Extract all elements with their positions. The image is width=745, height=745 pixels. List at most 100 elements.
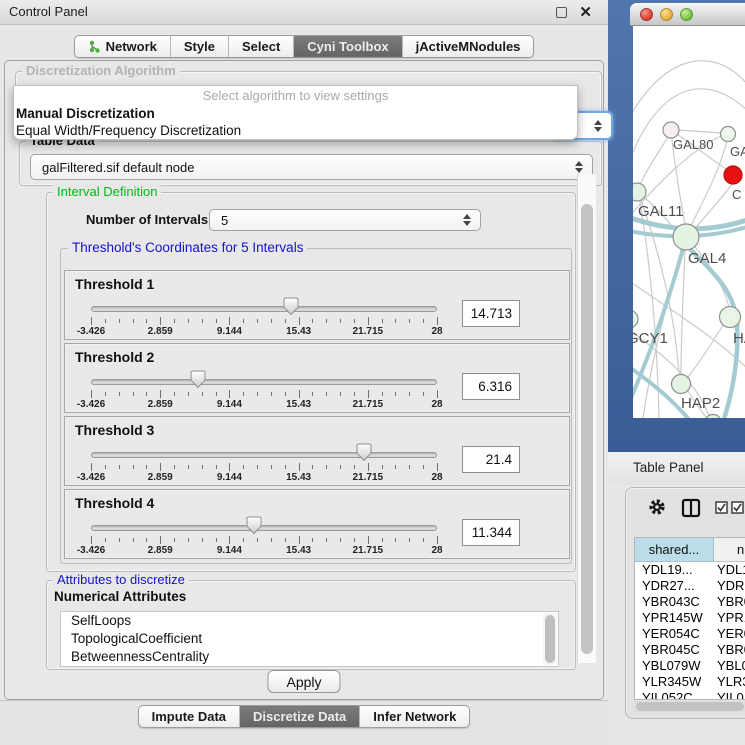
network-node[interactable]	[673, 224, 699, 250]
table-cell[interactable]: YBL079W	[635, 658, 714, 674]
attribute-item[interactable]: BetweennessCentrality	[61, 648, 558, 666]
tab-infer-network[interactable]: Infer Network	[359, 706, 469, 727]
threshold-1-value-field[interactable]: 14.713	[462, 300, 520, 327]
threshold-3-box: Threshold 3 -3.4262.8599.14415.4321.7152…	[64, 416, 570, 486]
attribute-item[interactable]: TopologicalCoefficient	[61, 630, 558, 648]
network-node[interactable]	[705, 415, 722, 419]
table-cell[interactable]: YBL0	[714, 658, 745, 674]
table-cell[interactable]: YPR1	[714, 610, 745, 626]
table-cell[interactable]: YBR0	[714, 594, 745, 610]
table-row[interactable]: YPR145WYPR1	[635, 610, 745, 626]
table-hscrollbar[interactable]	[634, 701, 745, 712]
slider-track[interactable]	[91, 379, 437, 385]
table-cell[interactable]: YIL0	[714, 690, 745, 700]
threshold-4-value-field[interactable]: 11.344	[462, 519, 520, 546]
tab-discretize-data[interactable]: Discretize Data	[239, 706, 359, 727]
tab-impute-data[interactable]: Impute Data	[139, 706, 239, 727]
slider-track[interactable]	[91, 452, 437, 458]
table-cell[interactable]: YER054C	[635, 626, 714, 642]
scrollbar-thumb[interactable]	[581, 204, 593, 654]
network-node[interactable]	[672, 375, 691, 394]
tick-label: 9.144	[217, 545, 242, 556]
dropdown-option-manual[interactable]: Manual Discretization	[14, 105, 577, 122]
table-cell[interactable]: YDR27...	[635, 578, 714, 594]
close-icon[interactable]: ✕	[579, 3, 592, 21]
table-cell[interactable]: YER0	[714, 626, 745, 642]
tick-label: 15.43	[286, 545, 311, 556]
table-data-combobox[interactable]: galFiltered.sif default node	[30, 154, 593, 180]
threshold-4-slider[interactable]: -3.4262.8599.14415.4321.71528	[91, 490, 437, 560]
panel-scrollbar[interactable]	[577, 174, 596, 663]
network-node[interactable]	[720, 307, 741, 328]
table-cell[interactable]: YDL1	[714, 562, 745, 578]
apply-button[interactable]: Apply	[267, 670, 340, 693]
table-row[interactable]: YDL19...YDL1	[635, 562, 745, 578]
table-cell[interactable]: YBR0	[714, 642, 745, 658]
table-cell[interactable]: YDL19...	[635, 562, 714, 578]
table-cell[interactable]: YLR345W	[635, 674, 714, 690]
tick-label: 2.859	[148, 545, 173, 556]
table-cell[interactable]: YIL052C	[635, 690, 714, 700]
checkbox-icon[interactable]	[715, 501, 728, 514]
scrollbar-thumb[interactable]	[636, 702, 744, 711]
combobox-value: 5	[221, 213, 228, 228]
group-title: Interval Definition	[53, 184, 161, 199]
dropdown-option-equal-width[interactable]: Equal Width/Frequency Discretization	[14, 122, 577, 139]
slider-track[interactable]	[91, 306, 437, 312]
gear-icon[interactable]	[648, 498, 666, 516]
attribute-item[interactable]: SelfLoops	[61, 612, 558, 630]
top-tabbar: Network Style Select Cyni Toolbox jActiv…	[0, 26, 608, 60]
float-window-icon[interactable]	[556, 7, 567, 18]
node-table: shared... n YDL19...YDL1YDR27...YDR2YBR0…	[634, 537, 745, 700]
slider-track[interactable]	[91, 525, 437, 531]
table-row[interactable]: YLR345WYLR3	[635, 674, 745, 690]
tab-style[interactable]: Style	[170, 36, 228, 57]
network-node[interactable]	[721, 127, 736, 142]
network-window-titlebar[interactable]	[630, 3, 745, 26]
table-cell[interactable]: YBR045C	[635, 642, 714, 658]
table-row[interactable]: YBR045CYBR0	[635, 642, 745, 658]
slider-handle[interactable]	[282, 297, 299, 316]
column-header-shared[interactable]: shared...	[635, 538, 714, 562]
table-row[interactable]: YBR043CYBR0	[635, 594, 745, 610]
table-row[interactable]: YER054CYER0	[635, 626, 745, 642]
table-row[interactable]: YDR27...YDR2	[635, 578, 745, 594]
scrollbar-thumb[interactable]	[545, 615, 555, 663]
network-node[interactable]	[724, 166, 742, 184]
attribute-list[interactable]: SelfLoopsTopologicalCoefficientBetweenne…	[60, 611, 559, 667]
table-cell[interactable]: YBR043C	[635, 594, 714, 610]
table-cell[interactable]: YDR2	[714, 578, 745, 594]
table-row[interactable]: YBL079WYBL0	[635, 658, 745, 674]
panel-title: Control Panel	[9, 4, 88, 19]
tab-select[interactable]: Select	[228, 36, 293, 57]
tab-cyni-toolbox[interactable]: Cyni Toolbox	[293, 36, 401, 57]
table-cell[interactable]: YLR3	[714, 674, 745, 690]
network-canvas-svg: GAL80GALCGAL11GAL4GCY1HAHAP2	[633, 26, 745, 418]
number-of-intervals-combobox[interactable]: 5	[209, 209, 481, 231]
threshold-2-slider[interactable]: -3.4262.8599.14415.4321.71528	[91, 344, 437, 414]
threshold-3-value-field[interactable]: 21.4	[462, 446, 520, 473]
network-node[interactable]	[633, 183, 646, 201]
threshold-3-slider[interactable]: -3.4262.8599.14415.4321.71528	[91, 417, 437, 487]
column-header-name[interactable]: n	[714, 538, 745, 562]
traffic-light-zoom-icon[interactable]	[680, 8, 693, 21]
slider-handle[interactable]	[356, 443, 373, 462]
table-cell[interactable]: YPR145W	[635, 610, 714, 626]
threshold-2-value-field[interactable]: 6.316	[462, 373, 520, 400]
network-node[interactable]	[663, 122, 679, 138]
threshold-1-slider[interactable]: -3.4262.8599.14415.4321.71528	[91, 271, 437, 341]
traffic-light-close-icon[interactable]	[640, 8, 653, 21]
network-node[interactable]	[633, 310, 638, 328]
slider-handle[interactable]	[245, 516, 262, 535]
traffic-light-minimize-icon[interactable]	[660, 8, 673, 21]
tab-jactivemnodules[interactable]: jActiveMNodules	[402, 36, 534, 57]
checkbox-icon[interactable]	[731, 501, 744, 514]
tab-network[interactable]: Network	[75, 36, 170, 57]
dropdown-prompt[interactable]: Select algorithm to view settings	[14, 88, 577, 105]
list-scrollbar[interactable]	[543, 613, 557, 665]
slider-handle[interactable]	[190, 370, 207, 389]
table-row[interactable]: YIL052CYIL0	[635, 690, 745, 700]
table-data-group: Table Data galFiltered.sif default node	[19, 141, 602, 186]
network-canvas[interactable]: GAL80GALCGAL11GAL4GCY1HAHAP2	[633, 26, 745, 418]
columns-icon[interactable]	[681, 498, 701, 518]
